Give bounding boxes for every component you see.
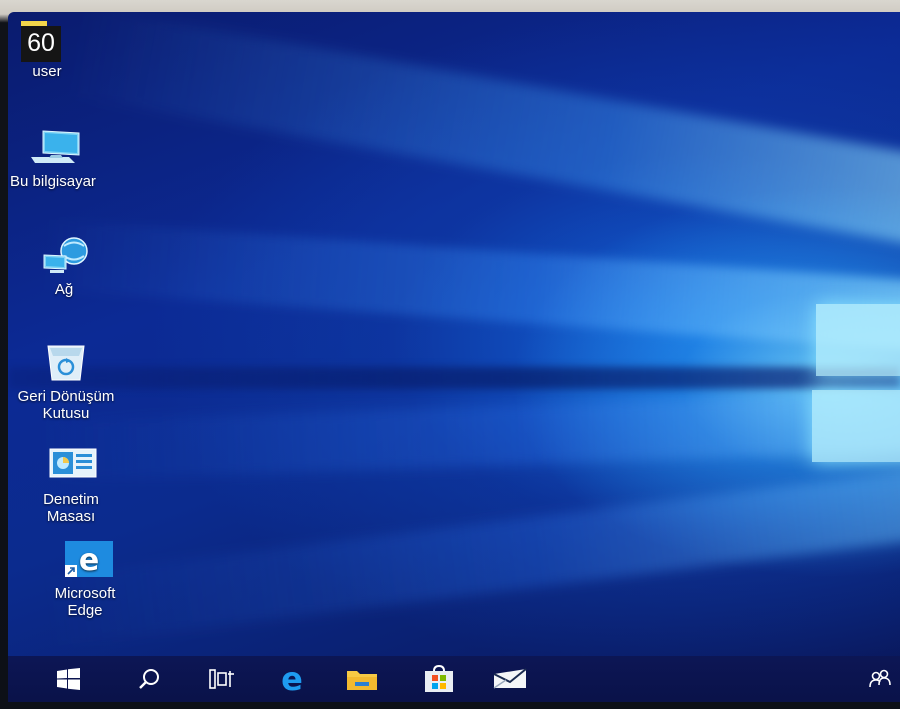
icon-label-line1: Microsoft [54,585,116,602]
icon-label-line1: Geri Dönüşüm [17,388,115,405]
task-view-button[interactable] [200,656,244,702]
edge-taskbar-button[interactable]: e [270,656,314,702]
badge-caption: user [32,63,62,80]
desktop-icon-recycle-bin[interactable]: Geri Dönüşüm Kutusu [8,342,131,422]
user-folder-icon[interactable]: 60 user [10,14,80,84]
task-view-icon [209,669,234,689]
network-icon [40,235,88,277]
mail-icon [493,668,527,689]
start-icon [57,668,80,690]
file-explorer-icon [347,671,377,690]
desktop-icon-control-panel[interactable]: Denetim Masası [8,445,136,525]
file-explorer-button[interactable] [340,656,384,702]
taskbar: e [8,656,900,702]
desktop-icon-this-pc[interactable]: Bu bilgisayar [8,127,118,190]
mail-button[interactable] [488,656,532,702]
badge-number: 60 [27,29,55,57]
edge-icon: e [281,664,303,694]
svg-text:e: e [281,664,303,694]
wallpaper-beam [65,12,900,252]
people-icon [869,669,891,688]
wallpaper-beam [39,219,900,352]
windows-logo-wallpaper [808,304,900,474]
badge-box: 60 [21,26,61,62]
recycle-bin-icon [42,342,90,384]
icon-label-line2: Masası [46,508,96,525]
control-panel-icon [47,445,97,487]
people-button[interactable] [858,656,900,702]
store-icon [425,665,453,692]
svg-text:e: e [79,543,99,578]
store-button[interactable] [417,656,461,702]
desktop-icon-edge[interactable]: e Microsoft Edge [20,539,150,619]
icon-label-line2: Edge [67,602,103,619]
desktop[interactable]: 60 user Bu bilgisayar Ağ Geri Dönüşüm Ku… [8,12,900,702]
this-pc-icon [29,127,80,169]
icon-label-line1: Denetim [43,491,99,508]
icon-label: Bu bilgisayar [10,173,96,190]
wallpaper-beam [39,390,900,482]
wallpaper-band [8,367,900,389]
icon-label: Ağ [54,281,74,298]
search-icon [139,669,159,689]
icon-label-line2: Kutusu [42,405,90,422]
desktop-icon-network[interactable]: Ağ [8,235,129,298]
wallpaper-beam [42,467,900,647]
start-button[interactable] [46,656,90,702]
edge-icon: e [61,539,113,581]
search-button[interactable] [127,656,171,702]
